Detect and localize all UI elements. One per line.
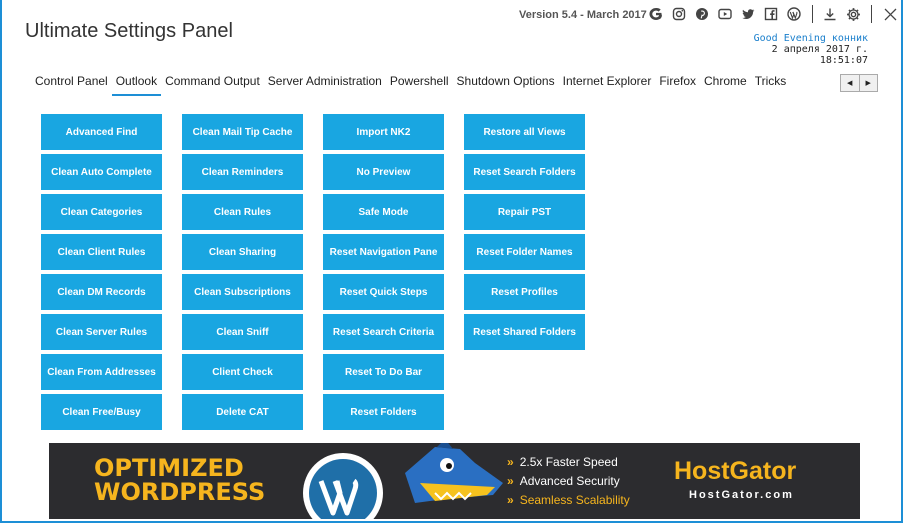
- tab-scroll-left-button[interactable]: ◀: [841, 75, 860, 91]
- banner-headline-line1: OPTIMIZED: [94, 454, 244, 482]
- close-button[interactable]: [881, 5, 899, 23]
- advanced-find-button[interactable]: Advanced Find: [41, 114, 162, 150]
- reset-navigation-pane-button[interactable]: Reset Navigation Pane: [323, 234, 444, 270]
- youtube-icon[interactable]: [716, 5, 734, 23]
- twitter-icon[interactable]: [739, 5, 757, 23]
- reset-folder-names-button[interactable]: Reset Folder Names: [464, 234, 585, 270]
- current-time: 18:51:07: [819, 55, 868, 66]
- delete-cat-button[interactable]: Delete CAT: [182, 394, 303, 430]
- reset-to-do-bar-button[interactable]: Reset To Do Bar: [323, 354, 444, 390]
- clean-categories-button[interactable]: Clean Categories: [41, 194, 162, 230]
- client-check-button[interactable]: Client Check: [182, 354, 303, 390]
- wordpress-icon[interactable]: [785, 5, 803, 23]
- tab-tricks[interactable]: Tricks: [751, 72, 791, 96]
- clean-sniff-button[interactable]: Clean Sniff: [182, 314, 303, 350]
- app-title: Ultimate Settings Panel: [25, 20, 233, 42]
- clean-reminders-button[interactable]: Clean Reminders: [182, 154, 303, 190]
- tab-outlook[interactable]: Outlook: [111, 72, 162, 96]
- download-icon[interactable]: [821, 5, 839, 23]
- toolbar-separator: [871, 5, 872, 23]
- pinterest-icon[interactable]: [693, 5, 711, 23]
- banner-feature-security: Advanced Security: [519, 474, 620, 488]
- google-icon[interactable]: [647, 5, 665, 23]
- banner-brand: HostGator: [674, 457, 797, 485]
- tab-scroll-right-button[interactable]: ▶: [860, 75, 878, 91]
- clean-mail-tip-cache-button[interactable]: Clean Mail Tip Cache: [182, 114, 303, 150]
- banner-brand-url: HostGator.com: [689, 489, 794, 501]
- banner-headline-line2: WORDPRESS: [94, 478, 266, 506]
- banner-feature-speed: 2.5x Faster Speed: [519, 455, 618, 469]
- banner-features: » 2.5x Faster Speed » Advanced Security » S…: [507, 453, 630, 510]
- tab-firefox[interactable]: Firefox: [655, 72, 700, 96]
- reset-search-folders-button[interactable]: Reset Search Folders: [464, 154, 585, 190]
- clean-dm-records-button[interactable]: Clean DM Records: [41, 274, 162, 310]
- tab-scroll-control: ◀ ▶: [840, 74, 878, 92]
- current-date: 2 апреля 2017 г.: [771, 44, 868, 55]
- chevron-right-icon: »: [507, 455, 514, 469]
- clean-server-rules-button[interactable]: Clean Server Rules: [41, 314, 162, 350]
- tab-bar: Control Panel Outlook Command Output Ser…: [31, 72, 790, 96]
- wordpress-logo-icon: [303, 453, 383, 519]
- clean-subscriptions-button[interactable]: Clean Subscriptions: [182, 274, 303, 310]
- close-icon: [884, 8, 896, 20]
- import-nk2-button[interactable]: Import NK2: [323, 114, 444, 150]
- restore-all-views-button[interactable]: Restore all Views: [464, 114, 585, 150]
- clean-auto-complete-button[interactable]: Clean Auto Complete: [41, 154, 162, 190]
- reset-shared-folders-button[interactable]: Reset Shared Folders: [464, 314, 585, 350]
- clean-client-rules-button[interactable]: Clean Client Rules: [41, 234, 162, 270]
- reset-profiles-button[interactable]: Reset Profiles: [464, 274, 585, 310]
- version-label: Version 5.4 - March 2017: [519, 9, 647, 21]
- facebook-icon[interactable]: [762, 5, 780, 23]
- hostgator-ad-banner[interactable]: OPTIMIZED WORDPRESS » 2.5x Faster Speed »…: [49, 443, 860, 519]
- toolbar-separator: [812, 5, 813, 23]
- social-toolbar: [647, 5, 880, 23]
- tab-internet-explorer[interactable]: Internet Explorer: [559, 72, 656, 96]
- no-preview-button[interactable]: No Preview: [323, 154, 444, 190]
- safe-mode-button[interactable]: Safe Mode: [323, 194, 444, 230]
- banner-feature-scalability: Seamless Scalability: [519, 493, 630, 507]
- instagram-icon[interactable]: [670, 5, 688, 23]
- clean-free-busy-button[interactable]: Clean Free/Busy: [41, 394, 162, 430]
- gear-icon[interactable]: [844, 5, 862, 23]
- tab-powershell[interactable]: Powershell: [386, 72, 453, 96]
- tab-shutdown-options[interactable]: Shutdown Options: [453, 72, 559, 96]
- greeting-text: Good Evening конник: [753, 33, 868, 44]
- chevron-right-icon: »: [507, 493, 514, 507]
- clean-sharing-button[interactable]: Clean Sharing: [182, 234, 303, 270]
- app-window: Ultimate Settings Panel Version 5.4 - Ma…: [0, 0, 903, 523]
- tab-server-administration[interactable]: Server Administration: [264, 72, 386, 96]
- tab-chrome[interactable]: Chrome: [700, 72, 751, 96]
- reset-folders-button[interactable]: Reset Folders: [323, 394, 444, 430]
- greeting-block: Good Evening конник 2 апреля 2017 г. 18:…: [754, 33, 868, 66]
- chevron-right-icon: »: [507, 474, 514, 488]
- tab-control-panel[interactable]: Control Panel: [31, 72, 112, 96]
- tab-command-output[interactable]: Command Output: [161, 72, 264, 96]
- clean-from-addresses-button[interactable]: Clean From Addresses: [41, 354, 162, 390]
- banner-headline: OPTIMIZED WORDPRESS: [94, 456, 265, 504]
- reset-search-criteria-button[interactable]: Reset Search Criteria: [323, 314, 444, 350]
- reset-quick-steps-button[interactable]: Reset Quick Steps: [323, 274, 444, 310]
- clean-rules-button[interactable]: Clean Rules: [182, 194, 303, 230]
- repair-pst-button[interactable]: Repair PST: [464, 194, 585, 230]
- hostgator-mascot-icon: [405, 443, 503, 503]
